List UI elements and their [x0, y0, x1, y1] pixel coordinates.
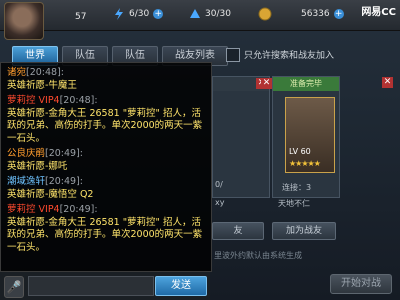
chat-message: 萝莉控 VIP4[20:48]: 英雄祈愿-金角大王 26581 "萝莉控" 招… — [7, 95, 203, 144]
sender-name[interactable]: 潮域逸轩 — [7, 176, 45, 187]
gold-resource: 56336 + — [258, 6, 344, 22]
team-slot-2[interactable]: 准备完毕 ✕ LV 60 ★★★★★ — [261, 76, 340, 198]
chat-input[interactable] — [28, 276, 154, 296]
sender-name[interactable]: 萝莉控 VIP4 — [7, 95, 60, 106]
star-rating: ★★★★★ — [289, 159, 321, 168]
player-level: 57 — [75, 12, 87, 22]
chat-panel[interactable]: 诸宛[20:48]: 英雄祈愿-牛魔王 萝莉控 VIP4[20:48]: 英雄祈… — [0, 62, 212, 272]
gold-value: 56336 — [301, 9, 330, 19]
chat-message: 潮域逸轩[20:49]: 英雄祈愿-魔悟空 Q2 — [7, 176, 94, 200]
start-battle-button[interactable]: 开始对战 — [330, 274, 392, 294]
close-icon[interactable]: ✕ — [261, 78, 272, 89]
link-count: 连接：3 — [282, 183, 312, 192]
send-button[interactable]: 发送 — [155, 276, 207, 296]
message-body: 英雄祈愿-娜吒 — [7, 160, 68, 172]
cc-logo: 网易CC — [361, 7, 396, 18]
slot1-text: 0/ — [215, 180, 223, 189]
sender-name[interactable]: 萝莉控 VIP4 — [7, 204, 60, 215]
system-hint: 里波外约默认由系统生成 — [214, 251, 302, 260]
energy-icon — [188, 7, 202, 21]
message-body: 英雄祈愿-牛魔王 — [7, 79, 77, 91]
energy-value: 30/30 — [205, 9, 231, 19]
microphone-icon[interactable]: 🎤 — [4, 276, 24, 298]
player-avatar[interactable] — [4, 2, 44, 40]
slot1-text2: xy — [215, 198, 225, 207]
chat-message: 公良庆鹃[20:49]: 英雄祈愿-娜吒 — [7, 148, 84, 172]
close-icon[interactable]: ✕ — [382, 77, 393, 88]
stamina-resource: 6/30 + — [112, 6, 164, 22]
ready-status: 准备完毕 — [273, 77, 339, 91]
lightning-icon — [112, 7, 126, 21]
coin-icon — [258, 7, 272, 21]
add-friend-button-2[interactable]: 加为战友 — [272, 222, 336, 240]
energy-resource: 30/30 — [188, 6, 231, 22]
add-gold-button[interactable]: + — [333, 9, 344, 19]
sender-name[interactable]: 诸宛 — [7, 67, 26, 78]
message-body: 英雄祈愿-金角大王 26581 "萝莉控" 招人，活跃的兄弟、高伤的打手。单次2… — [7, 107, 203, 144]
message-body: 英雄祈愿-金角大王 26581 "萝莉控" 招人，活跃的兄弟、高伤的打手。单次2… — [7, 216, 203, 253]
sender-name[interactable]: 公良庆鹃 — [7, 148, 45, 159]
chat-message: 萝莉控 VIP4[20:49]: 英雄祈愿-金角大王 26581 "萝莉控" 招… — [7, 204, 203, 253]
guild-name: 天地不仁 — [278, 199, 310, 208]
allow-search-label: 只允许搜索和战友加入 — [244, 51, 335, 61]
stamina-value: 6/30 — [129, 9, 150, 19]
add-friend-button-1[interactable]: 友 — [212, 222, 264, 240]
top-resource-bar: 57 6/30 + 30/30 56336 + 网易CC — [0, 0, 400, 40]
add-stamina-button[interactable]: + — [153, 9, 164, 19]
allow-search-checkbox[interactable] — [226, 48, 240, 62]
hero-level: LV 60 — [289, 147, 311, 156]
chat-message: 诸宛[20:48]: 英雄祈愿-牛魔王 — [7, 67, 77, 91]
message-body: 英雄祈愿-魔悟空 Q2 — [7, 188, 94, 200]
